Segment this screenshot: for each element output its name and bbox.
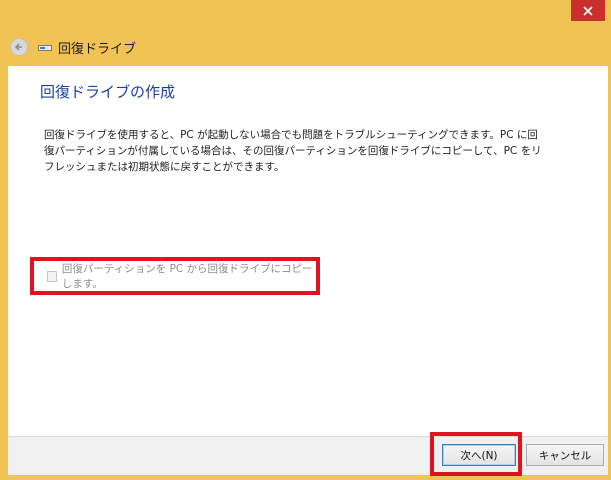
description-text: 回復ドライブを使用すると、PC が起動しない場合でも問題をトラブルシューティング… xyxy=(44,129,542,173)
title-bar xyxy=(0,0,611,30)
page-title: 回復ドライブの作成 xyxy=(40,83,176,101)
close-button[interactable] xyxy=(571,0,605,21)
copy-partition-checkbox[interactable] xyxy=(47,270,57,282)
next-button[interactable]: 次へ(N) xyxy=(442,444,516,466)
window-title: 回復ドライブ xyxy=(58,41,137,57)
content-panel: 回復ドライブの作成 回復ドライブを使用すると、PC が起動しない場合でも問題をト… xyxy=(8,66,608,436)
back-button[interactable] xyxy=(10,38,28,56)
copy-partition-label: 回復パーティションを PC から回復ドライブにコピーします。 xyxy=(61,263,313,290)
back-arrow-icon xyxy=(14,43,22,51)
recovery-drive-window: 回復ドライブ 回復ドライブの作成 回復ドライブを使用すると、PC が起動しない場… xyxy=(0,0,611,480)
drive-icon xyxy=(38,42,52,52)
copy-partition-option[interactable]: 回復パーティションを PC から回復ドライブにコピーします。 xyxy=(30,257,320,295)
cancel-button[interactable]: キャンセル xyxy=(526,444,604,466)
navigation-bar: 回復ドライブ xyxy=(0,30,611,64)
close-icon xyxy=(583,5,593,16)
